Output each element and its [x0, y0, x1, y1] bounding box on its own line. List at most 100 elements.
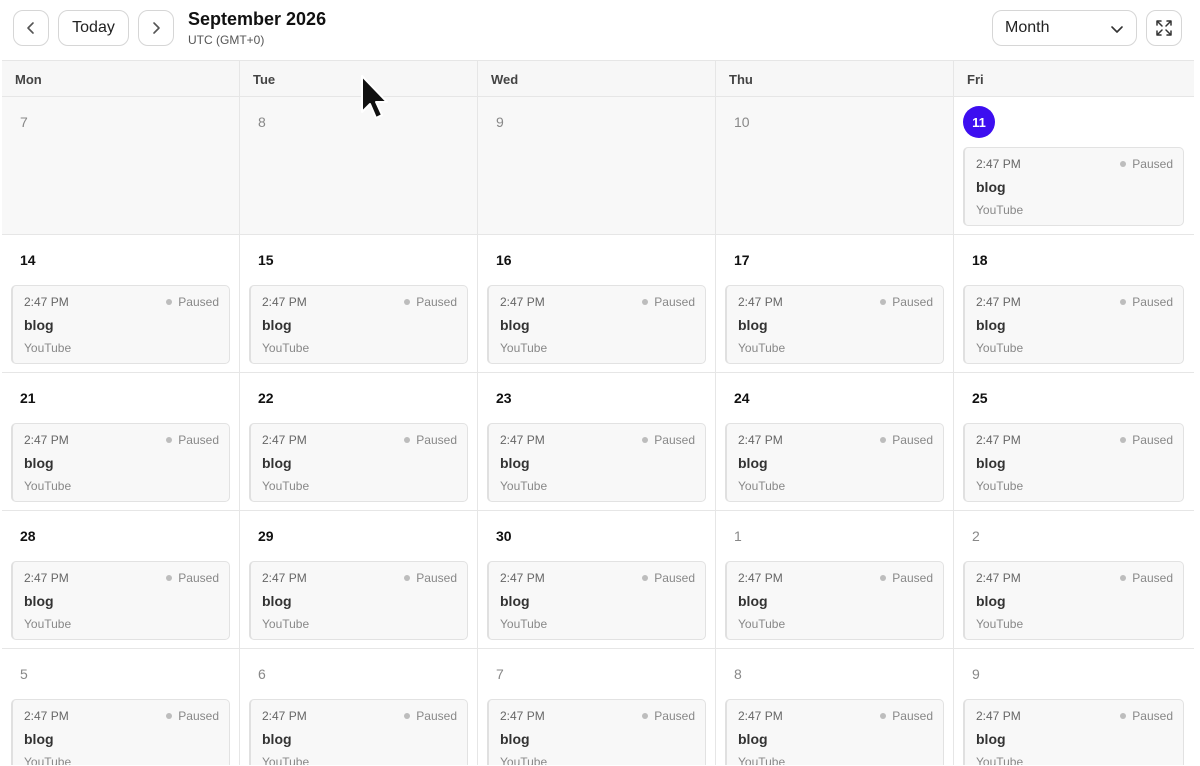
scheduled-post-card[interactable]: 2:47 PM Paused blog YouTube: [963, 561, 1184, 640]
day-cell[interactable]: 25 2:47 PM Paused blog YouTube: [954, 373, 1194, 510]
event-title: blog: [262, 593, 292, 609]
scheduled-post-card[interactable]: 2:47 PM Paused blog YouTube: [487, 699, 706, 765]
scheduled-post-card[interactable]: 2:47 PM Paused blog YouTube: [249, 699, 468, 765]
event-title: blog: [738, 317, 768, 333]
status-dot-icon: [404, 437, 411, 443]
day-cell[interactable]: 1 2:47 PM Paused blog YouTube: [716, 511, 954, 648]
scheduled-post-card[interactable]: 2:47 PM Paused blog YouTube: [725, 699, 944, 765]
status-dot-icon: [642, 575, 649, 581]
event-time: 2:47 PM: [976, 433, 1021, 447]
event-platform: YouTube: [24, 755, 72, 765]
status-dot-icon: [1120, 437, 1127, 443]
event-platform: YouTube: [262, 617, 310, 631]
day-cell[interactable]: 9: [478, 97, 716, 234]
day-cell[interactable]: 18 2:47 PM Paused blog YouTube: [954, 235, 1194, 372]
scheduled-post-card[interactable]: 2:47 PM Paused blog YouTube: [11, 285, 230, 364]
status-badge: Paused: [642, 709, 695, 723]
event-platform: YouTube: [24, 617, 72, 631]
day-cell[interactable]: 29 2:47 PM Paused blog YouTube: [240, 511, 478, 648]
day-cell[interactable]: 2 2:47 PM Paused blog YouTube: [954, 511, 1194, 648]
day-cell[interactable]: 6 2:47 PM Paused blog YouTube: [240, 649, 478, 765]
status-label: Paused: [416, 295, 457, 309]
day-number: 24: [734, 390, 750, 406]
scheduled-post-card[interactable]: 2:47 PM Paused blog YouTube: [487, 285, 706, 364]
event-platform: YouTube: [738, 755, 786, 765]
weekday-label: Tue: [240, 61, 478, 96]
day-cell[interactable]: 30 2:47 PM Paused blog YouTube: [478, 511, 716, 648]
today-button[interactable]: Today: [58, 10, 129, 46]
event-time: 2:47 PM: [262, 295, 307, 309]
status-badge: Paused: [166, 433, 219, 447]
day-cell[interactable]: 21 2:47 PM Paused blog YouTube: [2, 373, 240, 510]
weekday-label: Mon: [2, 61, 240, 96]
previous-month-button[interactable]: [13, 10, 49, 46]
timezone-label: UTC (GMT+0): [188, 33, 265, 47]
day-cell[interactable]: 11 2:47 PM Paused blog YouTube: [954, 97, 1194, 234]
day-number: 7: [20, 114, 28, 130]
scheduled-post-card[interactable]: 2:47 PM Paused blog YouTube: [487, 423, 706, 502]
event-title: blog: [24, 731, 54, 747]
event-time: 2:47 PM: [738, 709, 783, 723]
day-number: 23: [496, 390, 512, 406]
scheduled-post-card[interactable]: 2:47 PM Paused blog YouTube: [11, 699, 230, 765]
chevron-left-icon: [27, 22, 34, 34]
scheduled-post-card[interactable]: 2:47 PM Paused blog YouTube: [11, 423, 230, 502]
scheduled-post-card[interactable]: 2:47 PM Paused blog YouTube: [963, 423, 1184, 502]
day-cell[interactable]: 23 2:47 PM Paused blog YouTube: [478, 373, 716, 510]
scheduled-post-card[interactable]: 2:47 PM Paused blog YouTube: [963, 147, 1184, 226]
day-cell[interactable]: 10: [716, 97, 954, 234]
status-badge: Paused: [880, 295, 933, 309]
status-label: Paused: [654, 709, 695, 723]
status-label: Paused: [416, 709, 457, 723]
scheduled-post-card[interactable]: 2:47 PM Paused blog YouTube: [249, 423, 468, 502]
fullscreen-button[interactable]: [1146, 10, 1182, 46]
day-cell[interactable]: 14 2:47 PM Paused blog YouTube: [2, 235, 240, 372]
weekday-label: Wed: [478, 61, 716, 96]
scheduled-post-card[interactable]: 2:47 PM Paused blog YouTube: [249, 561, 468, 640]
scheduled-post-card[interactable]: 2:47 PM Paused blog YouTube: [963, 285, 1184, 364]
status-dot-icon: [642, 299, 649, 305]
day-cell[interactable]: 7 2:47 PM Paused blog YouTube: [478, 649, 716, 765]
scheduled-post-card[interactable]: 2:47 PM Paused blog YouTube: [249, 285, 468, 364]
weeks-container: 7 8 9 10 11 2:47 PM Paused blog YouTube 14 2:47 PM…: [2, 97, 1194, 765]
day-cell[interactable]: 15 2:47 PM Paused blog YouTube: [240, 235, 478, 372]
status-dot-icon: [404, 713, 411, 719]
event-time: 2:47 PM: [976, 709, 1021, 723]
scheduled-post-card[interactable]: 2:47 PM Paused blog YouTube: [725, 561, 944, 640]
day-cell[interactable]: 7: [2, 97, 240, 234]
view-select-value: Month: [1005, 19, 1050, 36]
status-label: Paused: [416, 433, 457, 447]
scheduled-post-card[interactable]: 2:47 PM Paused blog YouTube: [963, 699, 1184, 765]
scheduled-post-card[interactable]: 2:47 PM Paused blog YouTube: [487, 561, 706, 640]
scheduled-post-card[interactable]: 2:47 PM Paused blog YouTube: [725, 285, 944, 364]
month-grid: Mon Tue Wed Thu Fri 7 8 9 10 11 2:47 PM Paused…: [2, 60, 1194, 766]
day-number: 21: [20, 390, 36, 406]
today-date-badge: 11: [963, 106, 995, 138]
event-platform: YouTube: [500, 341, 548, 355]
status-label: Paused: [1132, 295, 1173, 309]
scheduled-post-card[interactable]: 2:47 PM Paused blog YouTube: [725, 423, 944, 502]
status-dot-icon: [166, 299, 173, 305]
status-label: Paused: [1132, 709, 1173, 723]
day-cell[interactable]: 5 2:47 PM Paused blog YouTube: [2, 649, 240, 765]
status-label: Paused: [178, 433, 219, 447]
day-cell[interactable]: 8: [240, 97, 478, 234]
day-cell[interactable]: 17 2:47 PM Paused blog YouTube: [716, 235, 954, 372]
day-cell[interactable]: 22 2:47 PM Paused blog YouTube: [240, 373, 478, 510]
status-dot-icon: [166, 437, 173, 443]
scheduled-post-card[interactable]: 2:47 PM Paused blog YouTube: [11, 561, 230, 640]
event-time: 2:47 PM: [976, 295, 1021, 309]
day-cell[interactable]: 28 2:47 PM Paused blog YouTube: [2, 511, 240, 648]
day-number: 2: [972, 528, 980, 544]
day-cell[interactable]: 16 2:47 PM Paused blog YouTube: [478, 235, 716, 372]
view-select[interactable]: Month: [992, 10, 1137, 46]
day-number: 8: [734, 666, 742, 682]
status-badge: Paused: [880, 709, 933, 723]
event-time: 2:47 PM: [500, 709, 545, 723]
day-cell[interactable]: 8 2:47 PM Paused blog YouTube: [716, 649, 954, 765]
day-cell[interactable]: 9 2:47 PM Paused blog YouTube: [954, 649, 1194, 765]
event-platform: YouTube: [500, 617, 548, 631]
next-month-button[interactable]: [138, 10, 174, 46]
day-cell[interactable]: 24 2:47 PM Paused blog YouTube: [716, 373, 954, 510]
weekday-label: Thu: [716, 61, 954, 96]
